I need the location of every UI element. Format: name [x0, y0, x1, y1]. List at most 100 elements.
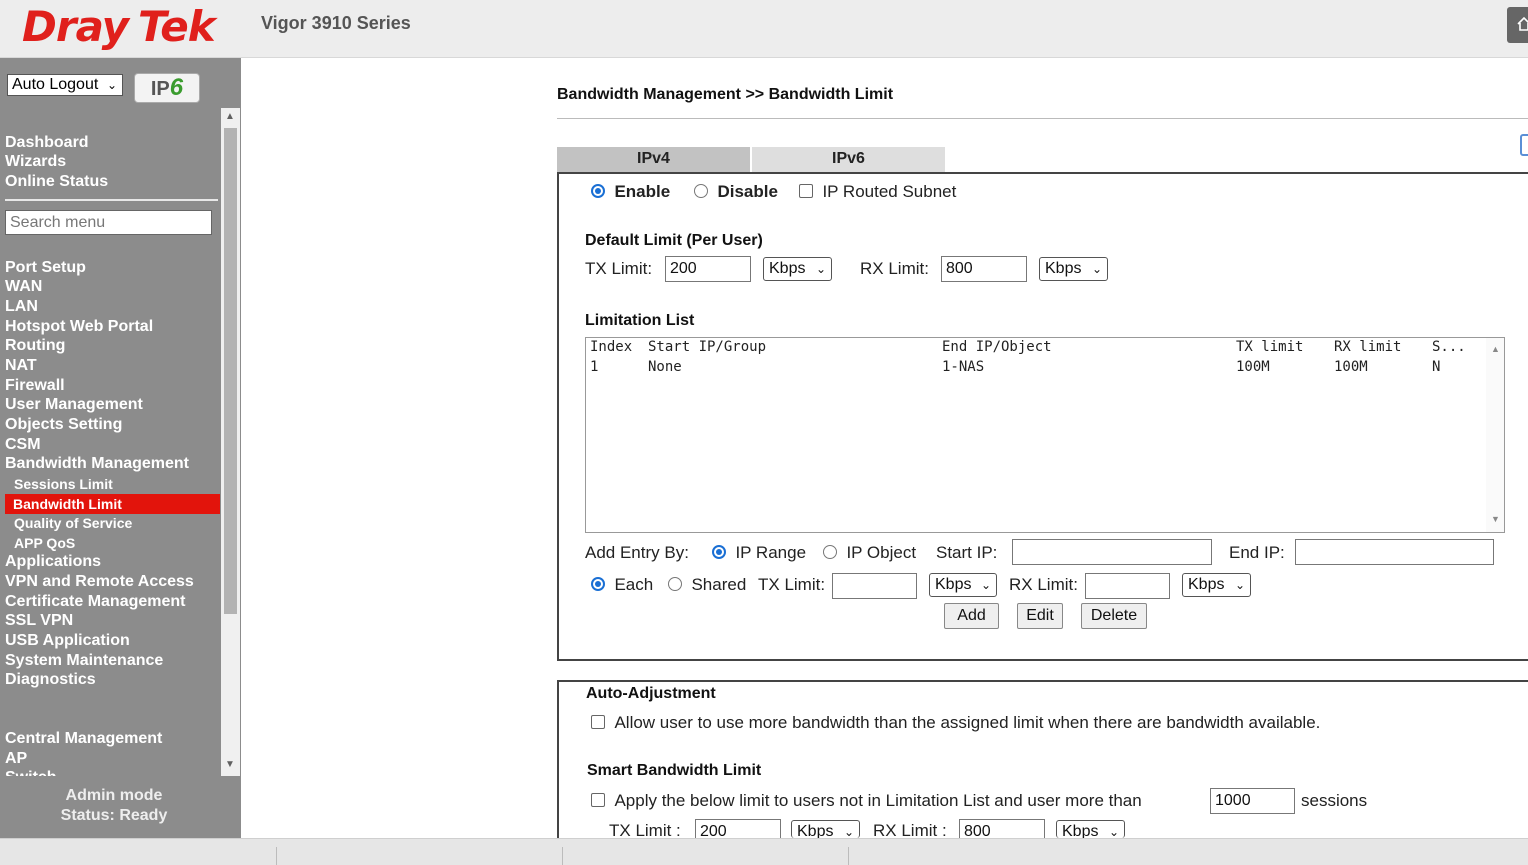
sidebar-item-wizards[interactable]: Wizards: [5, 152, 66, 172]
default-tx-label: TX Limit:: [585, 259, 653, 278]
sidebar-item-applications[interactable]: Applications: [5, 552, 101, 572]
chevron-down-icon: ⌄: [815, 262, 826, 276]
title-divider: [557, 118, 1528, 119]
sidebar-item-switch[interactable]: Switch: [5, 768, 57, 776]
sidebar-item-lan[interactable]: LAN: [5, 297, 38, 317]
edit-button[interactable]: Edit: [1017, 603, 1063, 629]
sidebar-item-user-management[interactable]: User Management: [5, 395, 143, 415]
page-title: Bandwidth Management >> Bandwidth Limit: [557, 86, 894, 103]
radio-selected[interactable]: [591, 577, 605, 591]
chevron-down-icon: ⌄: [106, 78, 117, 92]
entry-rx-input[interactable]: [1085, 573, 1170, 599]
scroll-down-icon[interactable]: ▼: [1491, 514, 1500, 524]
sidebar-item-dashboard[interactable]: Dashboard: [5, 133, 89, 153]
sidebar-item-central-management[interactable]: Central Management: [5, 729, 162, 749]
checkbox[interactable]: [799, 184, 813, 198]
scroll-down-icon[interactable]: ▼: [225, 759, 235, 770]
sidebar-item-ap[interactable]: AP: [5, 749, 27, 769]
sidebar-item-firewall[interactable]: Firewall: [5, 376, 65, 396]
chevron-down-icon: ⌄: [1091, 262, 1102, 276]
each-radio[interactable]: Each: [591, 575, 653, 595]
add-button[interactable]: Add: [944, 603, 999, 629]
header-bar: Dray Tek Vigor 3910 Series: [0, 0, 1528, 58]
scroll-up-icon[interactable]: ▲: [1491, 344, 1500, 354]
ipv6-logo[interactable]: IP6: [134, 73, 200, 103]
entry-tx-input[interactable]: [832, 573, 917, 599]
sidebar-item-routing[interactable]: Routing: [5, 336, 65, 356]
sidebar-item-objects-setting[interactable]: Objects Setting: [5, 415, 122, 435]
entry-rx-label: RX Limit:: [1009, 575, 1078, 594]
entry-tx-unit-select[interactable]: Kbps ⌄: [929, 573, 997, 597]
list-scrollbar[interactable]: ▲ ▼: [1486, 338, 1504, 532]
radio-unselected[interactable]: [823, 545, 837, 559]
checkbox[interactable]: [591, 715, 605, 729]
auto-adjustment-checkbox[interactable]: Allow user to use more bandwidth than th…: [591, 713, 1320, 733]
taskbar-divider: [562, 847, 563, 865]
sidebar-item-certificate-management[interactable]: Certificate Management: [5, 592, 186, 612]
ip-range-radio[interactable]: IP Range: [712, 543, 806, 563]
sidebar-subitem-sessions-limit[interactable]: Sessions Limit: [14, 474, 113, 494]
radio-unselected[interactable]: [668, 577, 682, 591]
status-label: Status: Ready: [60, 807, 168, 824]
radio-selected[interactable]: [591, 184, 605, 198]
limitation-list[interactable]: Index Start IP/Group End IP/Object TX li…: [585, 337, 1505, 533]
ip-object-radio[interactable]: IP Object: [823, 543, 916, 563]
chevron-down-icon: ⌄: [980, 578, 991, 592]
sidebar-scrollbar[interactable]: ▲ ▼: [221, 108, 240, 776]
sidebar-subitem-bandwidth-limit[interactable]: Bandwidth Limit: [5, 494, 220, 514]
sidebar-item-usb-application[interactable]: USB Application: [5, 631, 130, 651]
end-ip-label: End IP:: [1229, 543, 1285, 562]
auto-adjustment-title: Auto-Adjustment: [586, 685, 716, 702]
radio-selected[interactable]: [712, 545, 726, 559]
default-tx-input[interactable]: 200: [665, 256, 751, 282]
home-icon: [1517, 17, 1528, 31]
radio-unselected[interactable]: [694, 184, 708, 198]
entry-tx-label: TX Limit:: [758, 575, 826, 594]
smart-rx-unit-select[interactable]: Kbps ⌄: [1056, 820, 1125, 840]
scroll-up-icon[interactable]: ▲: [225, 111, 235, 122]
sidebar-item-diagnostics[interactable]: Diagnostics: [5, 670, 96, 690]
admin-mode-label: Admin mode: [65, 787, 163, 804]
sidebar-item-hotspot-web-portal[interactable]: Hotspot Web Portal: [5, 317, 153, 337]
sidebar-item-wan[interactable]: WAN: [5, 277, 42, 297]
sidebar-item-csm[interactable]: CSM: [5, 435, 41, 455]
home-button[interactable]: [1507, 7, 1528, 43]
sidebar-menu: Dashboard Wizards Online Status Search m…: [0, 108, 241, 776]
tab-ipv4[interactable]: IPv4: [557, 147, 750, 172]
smart-tx-input[interactable]: 200: [695, 819, 781, 840]
sidebar-item-port-setup[interactable]: Port Setup: [5, 258, 86, 278]
search-menu-input[interactable]: Search menu: [5, 210, 212, 235]
default-tx-unit-select[interactable]: Kbps ⌄: [763, 257, 832, 281]
smart-limit-checkbox[interactable]: Apply the below limit to users not in Li…: [591, 791, 1142, 811]
sidebar-item-ssl-vpn[interactable]: SSL VPN: [5, 611, 73, 631]
smart-tx-unit-select[interactable]: Kbps ⌄: [791, 820, 860, 840]
scrollbar-thumb[interactable]: [224, 128, 237, 614]
bottom-taskbar: [0, 838, 1528, 865]
entry-rx-unit-select[interactable]: Kbps ⌄: [1182, 573, 1251, 597]
auto-logout-select[interactable]: Auto Logout ⌄: [7, 74, 123, 96]
smart-limit-title: Smart Bandwidth Limit: [587, 762, 762, 779]
default-rx-input[interactable]: 800: [941, 256, 1027, 282]
default-rx-unit-select[interactable]: Kbps ⌄: [1039, 257, 1108, 281]
shared-radio[interactable]: Shared: [668, 575, 746, 595]
checkbox[interactable]: [591, 793, 605, 807]
delete-button[interactable]: Delete: [1081, 603, 1147, 629]
tab-ipv6[interactable]: IPv6: [752, 147, 945, 172]
disable-radio[interactable]: Disable: [694, 182, 778, 202]
ip-routed-subnet-checkbox[interactable]: IP Routed Subnet: [799, 182, 956, 202]
smart-rx-input[interactable]: 800: [959, 819, 1045, 840]
sessions-label: sessions: [1301, 791, 1368, 810]
sessions-input[interactable]: 1000: [1210, 788, 1295, 814]
sidebar-subitem-quality-of-service[interactable]: Quality of Service: [14, 513, 132, 533]
sidebar-item-vpn-remote-access[interactable]: VPN and Remote Access: [5, 572, 194, 592]
start-ip-input[interactable]: [1012, 539, 1212, 565]
sidebar-item-nat[interactable]: NAT: [5, 356, 37, 376]
panel-edge-icon[interactable]: [1520, 134, 1528, 156]
end-ip-input[interactable]: [1295, 539, 1494, 565]
enable-radio[interactable]: Enable: [591, 182, 670, 202]
sidebar-item-online-status[interactable]: Online Status: [5, 172, 108, 192]
sidebar-item-system-maintenance[interactable]: System Maintenance: [5, 651, 163, 671]
start-ip-label: Start IP:: [936, 543, 998, 562]
sidebar-subitem-app-qos[interactable]: APP QoS: [14, 533, 75, 553]
sidebar-item-bandwidth-management[interactable]: Bandwidth Management: [5, 454, 189, 474]
